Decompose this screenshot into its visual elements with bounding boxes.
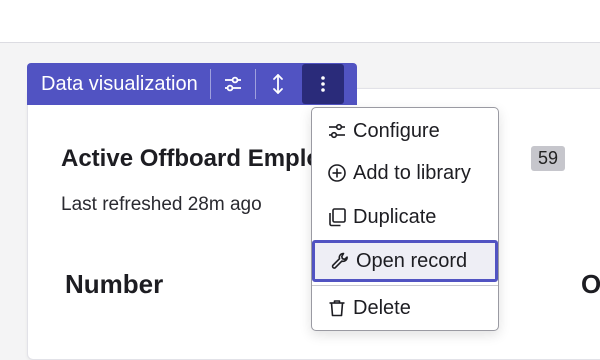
menu-item-open-record[interactable]: Open record [312, 240, 498, 282]
menu-item-delete[interactable]: Delete [314, 287, 496, 329]
menu-item-label: Open record [356, 249, 468, 272]
last-refreshed-text: Last refreshed 28m ago [61, 194, 262, 215]
more-options-button[interactable] [301, 64, 344, 104]
wrench-icon [330, 251, 350, 271]
trash-icon [327, 298, 347, 318]
more-options-menu: Configure Add to library Duplicate Open … [311, 107, 499, 331]
menu-item-configure[interactable]: Configure [314, 110, 496, 152]
vertical-ellipsis-icon [320, 76, 325, 92]
vertical-arrows-icon [272, 74, 283, 94]
resize-button[interactable] [256, 63, 300, 105]
copy-icon [327, 207, 347, 227]
sliders-icon [224, 76, 241, 92]
plus-circle-icon [327, 163, 347, 183]
column-header-next[interactable]: O [581, 269, 600, 300]
configure-button[interactable] [211, 63, 255, 105]
visualization-toolbar: Data visualization [27, 63, 357, 105]
menu-item-add-to-library[interactable]: Add to library [314, 152, 496, 194]
menu-item-label: Add to library [353, 161, 471, 184]
toolbar-label: Data visualization [41, 72, 198, 95]
top-bar [0, 0, 600, 43]
menu-item-duplicate[interactable]: Duplicate [314, 196, 496, 238]
menu-item-label: Duplicate [353, 205, 437, 228]
count-badge: 59 [531, 146, 566, 171]
menu-item-label: Delete [353, 296, 411, 319]
menu-item-label: Configure [353, 119, 440, 142]
column-header-number[interactable]: Number [65, 269, 163, 300]
sliders-icon [327, 121, 347, 141]
menu-divider [312, 285, 498, 286]
